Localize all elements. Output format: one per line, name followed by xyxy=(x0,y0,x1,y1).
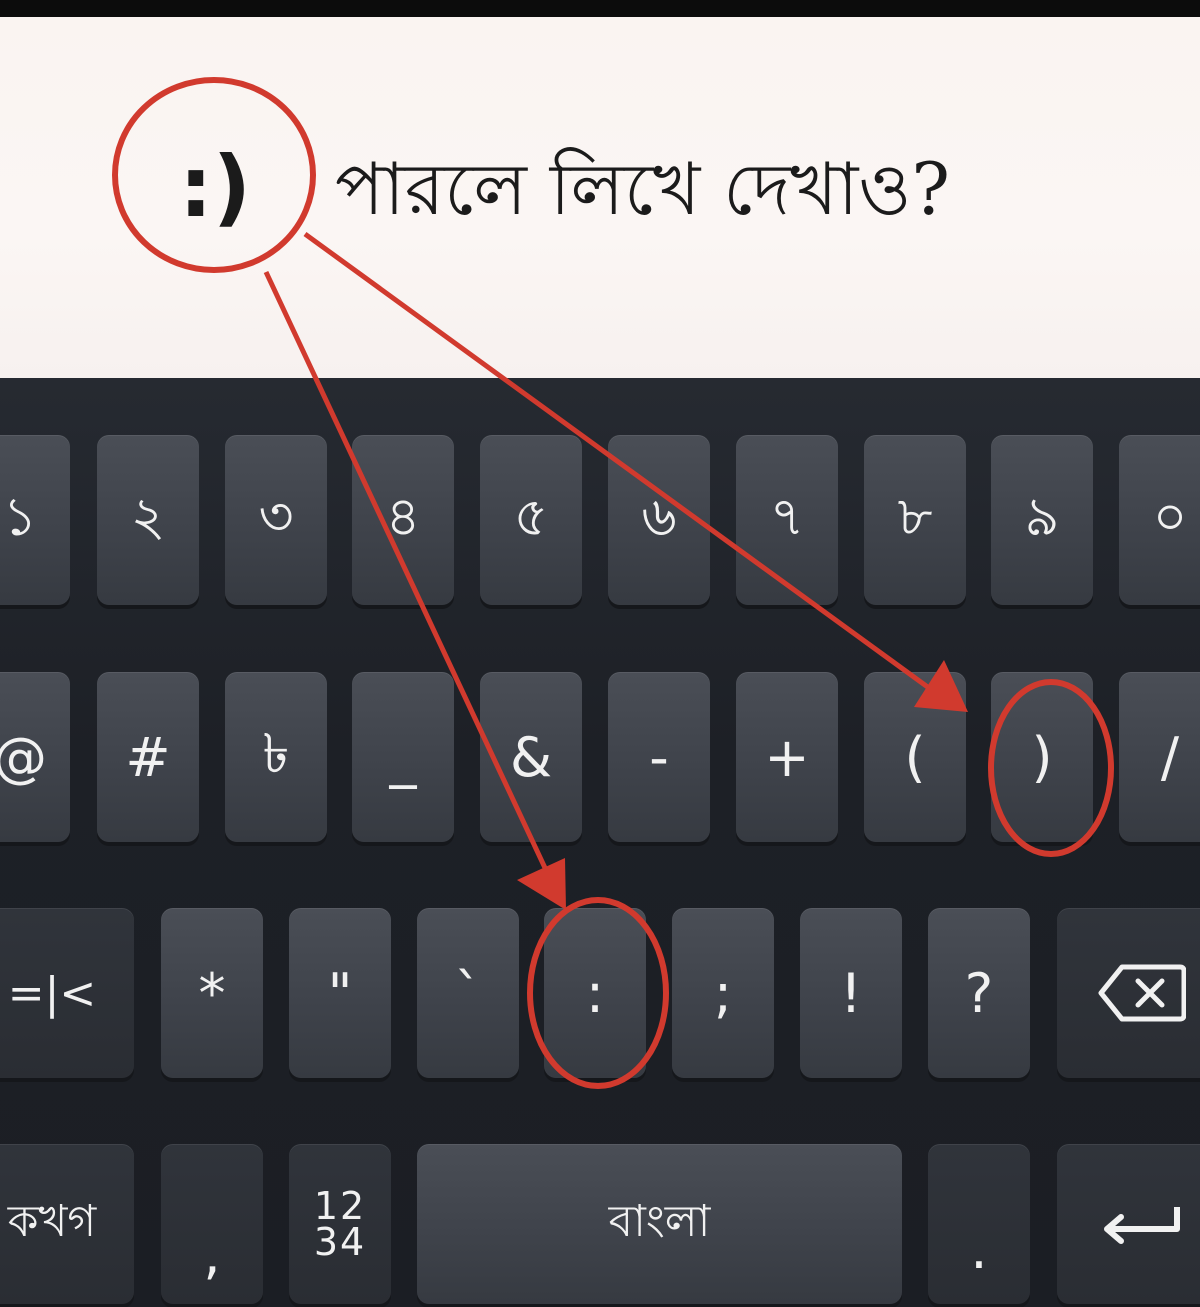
key-label: ৬ xyxy=(641,485,677,548)
key-taka[interactable]: ৳ xyxy=(225,672,327,842)
key-period[interactable]: . xyxy=(928,1144,1030,1304)
key-label: 12 xyxy=(313,1184,367,1228)
key-digit-0[interactable]: ০ xyxy=(1119,435,1200,605)
key-semicolon[interactable]: ; xyxy=(672,908,774,1078)
key-label: ০ xyxy=(1152,485,1188,548)
enter-icon xyxy=(1104,1207,1180,1244)
key-alphabet-switch[interactable]: কখগ xyxy=(0,1144,134,1304)
key-label: কখগ xyxy=(7,1195,97,1247)
key-label: + xyxy=(764,725,810,789)
key-minus[interactable]: - xyxy=(608,672,710,842)
key-label: ( xyxy=(904,725,926,789)
key-label: - xyxy=(649,725,669,789)
key-digit-3[interactable]: ৩ xyxy=(225,435,327,605)
key-label: & xyxy=(509,725,553,789)
key-digit-4[interactable]: ৪ xyxy=(352,435,454,605)
key-label: বাংলা xyxy=(608,1195,711,1247)
key-digit-2[interactable]: ২ xyxy=(97,435,199,605)
key-label: / xyxy=(1160,725,1180,789)
key-label: @ xyxy=(0,726,47,789)
key-symbols-shift[interactable]: =|< xyxy=(0,908,134,1078)
key-label: # xyxy=(125,725,171,789)
key-label: ৫ xyxy=(513,485,549,548)
key-colon[interactable]: : xyxy=(544,908,646,1078)
key-label: . xyxy=(970,1217,988,1281)
key-digit-7[interactable]: ৭ xyxy=(736,435,838,605)
keyboard: ১ ২ ৩ ৪ ৫ ৬ ৭ ৮ ৯ ০ @ # ৳ _ & - + ( ) / … xyxy=(0,378,1200,1307)
key-label: ২ xyxy=(130,485,166,548)
key-label: ৩ xyxy=(258,485,294,548)
key-question[interactable]: ? xyxy=(928,908,1030,1078)
key-digit-6[interactable]: ৬ xyxy=(608,435,710,605)
key-plus[interactable]: + xyxy=(736,672,838,842)
key-at[interactable]: @ xyxy=(0,672,70,842)
key-label: ৮ xyxy=(897,485,933,548)
key-label: =|< xyxy=(7,967,97,1019)
key-underscore[interactable]: _ xyxy=(352,672,454,842)
key-label: * xyxy=(198,961,226,1025)
key-label: ১ xyxy=(2,485,38,548)
key-digit-5[interactable]: ৫ xyxy=(480,435,582,605)
key-double-quote[interactable]: " xyxy=(289,908,391,1078)
key-label: ৯ xyxy=(1024,485,1060,548)
status-bar xyxy=(0,0,1200,17)
key-numbers-switch[interactable]: 12 34 xyxy=(289,1144,391,1304)
key-exclamation[interactable]: ! xyxy=(800,908,902,1078)
key-label: " xyxy=(327,961,353,1025)
question-text: পারলে লিখে দেখাও? xyxy=(335,147,950,231)
prompt-area: :) পারলে লিখে দেখাও? xyxy=(0,17,1200,378)
key-digit-9[interactable]: ৯ xyxy=(991,435,1093,605)
smiley-text: :) xyxy=(179,138,251,236)
key-slash[interactable]: / xyxy=(1119,672,1200,842)
key-label: ৪ xyxy=(385,485,421,548)
key-label: ; xyxy=(713,961,733,1025)
key-right-paren[interactable]: ) xyxy=(991,672,1093,842)
key-label: ) xyxy=(1031,725,1053,789)
key-label: ? xyxy=(964,961,994,1025)
key-label: 34 xyxy=(313,1220,367,1264)
key-label: ! xyxy=(840,961,862,1025)
key-digit-8[interactable]: ৮ xyxy=(864,435,966,605)
key-label: _ xyxy=(389,725,417,789)
key-hash[interactable]: # xyxy=(97,672,199,842)
key-asterisk[interactable]: * xyxy=(161,908,263,1078)
key-label: ৭ xyxy=(769,485,805,548)
enter-key[interactable] xyxy=(1057,1144,1200,1304)
key-label: : xyxy=(585,961,605,1025)
key-digit-1[interactable]: ১ xyxy=(0,435,70,605)
key-backtick[interactable]: ` xyxy=(417,908,519,1078)
backspace-icon xyxy=(1098,964,1186,1022)
backspace-key[interactable] xyxy=(1057,908,1200,1078)
key-label: ` xyxy=(454,961,482,1025)
key-label: ৳ xyxy=(262,722,290,785)
key-comma[interactable]: , xyxy=(161,1144,263,1304)
key-ampersand[interactable]: & xyxy=(480,672,582,842)
key-label: , xyxy=(203,1222,221,1286)
space-bar[interactable]: বাংলা xyxy=(417,1144,902,1304)
key-left-paren[interactable]: ( xyxy=(864,672,966,842)
